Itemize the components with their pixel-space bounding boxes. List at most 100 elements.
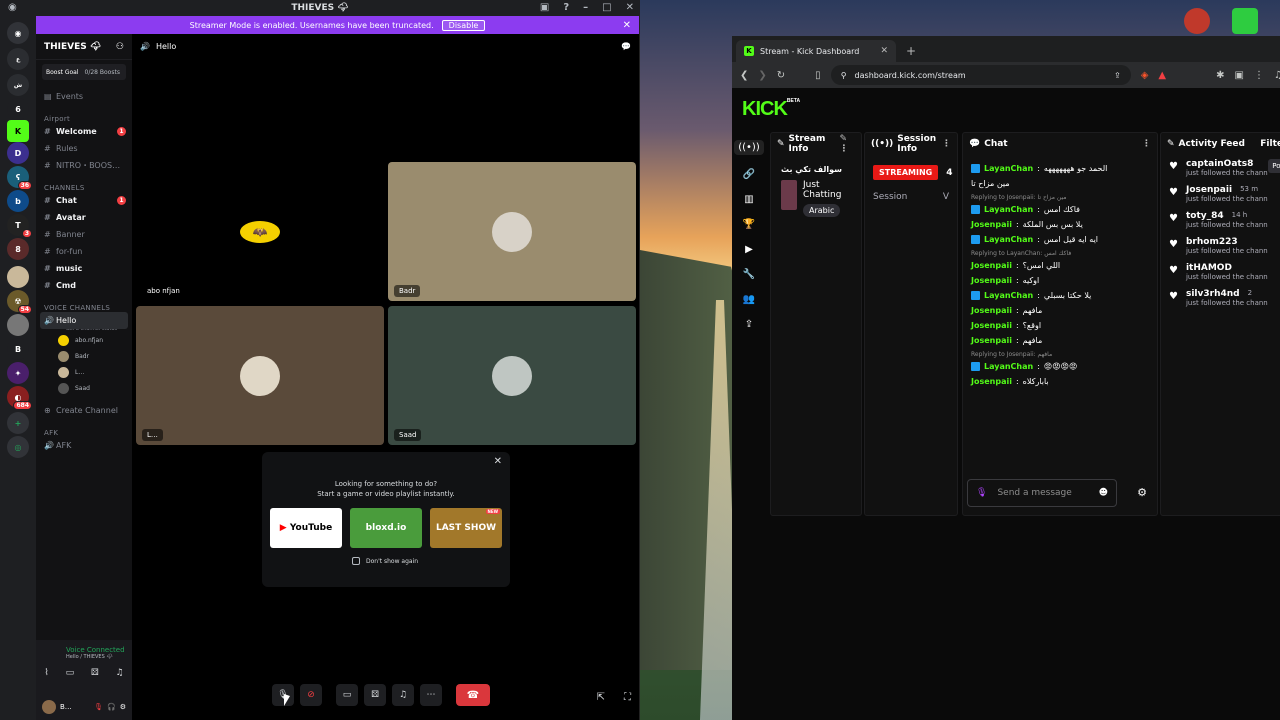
chat-message[interactable]: Josenpaii: يلا بس بس الملكة xyxy=(963,217,1157,232)
desktop-minecraft-icon[interactable] xyxy=(1232,8,1258,34)
chat-message[interactable]: مين مزاح تا xyxy=(963,176,1157,191)
feed-item[interactable]: ♥ Josenpaii 53 m just followed the chann xyxy=(1161,181,1280,207)
users-icon[interactable]: 👥 xyxy=(743,294,755,305)
headphones-icon[interactable]: 🎧 xyxy=(107,703,116,711)
category-channels[interactable]: CHANNELS xyxy=(36,184,132,192)
feed-item[interactable]: ♥ toty_84 14 h just followed the chann xyxy=(1161,207,1280,233)
bookmark-icon[interactable]: ▯ xyxy=(815,70,821,81)
address-bar[interactable]: ⚲ dashboard.kick.com/stream ⇪ xyxy=(830,65,1131,85)
invite-icon[interactable]: ⚇ xyxy=(116,42,124,52)
wallet-icon[interactable]: ▣ xyxy=(1234,70,1243,81)
feed-item[interactable]: ♥ captainOats8 just followed the chann xyxy=(1161,155,1280,181)
chat-username[interactable]: LayanChan xyxy=(984,164,1033,173)
activity-icon[interactable]: ⚄ xyxy=(91,668,99,678)
mute-icon[interactable]: 🎙 xyxy=(94,703,103,711)
server-icon[interactable]: ☢ 54 xyxy=(7,290,32,314)
server-icon[interactable] xyxy=(7,266,29,288)
mic-icon[interactable]: 🎙 xyxy=(976,488,987,498)
chat-username[interactable]: Josenpaii xyxy=(971,377,1012,386)
camera-toggle-button[interactable]: ⊘ xyxy=(300,684,322,706)
chat-message[interactable]: Josenpaii: اوقع؟ xyxy=(963,318,1157,333)
voice-user[interactable]: L… xyxy=(36,364,132,380)
boost-goal[interactable]: Boost Goal 0/28 Boosts xyxy=(42,64,126,80)
channel-for-fun[interactable]: # for-fun xyxy=(36,243,132,260)
voice-user[interactable]: Saad xyxy=(36,380,132,396)
chat-settings-gear-icon[interactable]: ⚙ xyxy=(1137,486,1147,499)
chat-username[interactable]: Josenpaii xyxy=(971,336,1012,345)
desktop-app-icon[interactable] xyxy=(1184,8,1210,34)
site-info-icon[interactable]: ⚲ xyxy=(841,71,847,80)
media-icon[interactable]: ♫ xyxy=(1274,70,1280,81)
trophy-icon[interactable]: 🏆 xyxy=(743,219,755,230)
video-tile[interactable]: L… xyxy=(136,306,384,445)
chat-bubble-icon[interactable]: 💬 xyxy=(621,42,631,51)
video-icon[interactable]: ▶ xyxy=(745,244,753,255)
voice-user[interactable]: Badr xyxy=(36,348,132,364)
chat-username[interactable]: Josenpaii xyxy=(971,220,1012,229)
category-airport[interactable]: Airport xyxy=(36,115,132,123)
youtube-card[interactable]: ▶ YouTube xyxy=(270,508,342,548)
brave-shield-icon[interactable]: ◈ xyxy=(1141,70,1149,81)
chat-username[interactable]: LayanChan xyxy=(984,291,1033,300)
chat-username[interactable]: LayanChan xyxy=(984,362,1033,371)
inbox-icon[interactable]: ▣ xyxy=(540,2,549,13)
channel-welcome[interactable]: # Welcome 1 xyxy=(36,123,132,140)
reload-icon[interactable]: ↻ xyxy=(777,70,785,81)
chat-username[interactable]: Josenpaii xyxy=(971,306,1012,315)
chat-input[interactable]: 🎙 Send a message ☻ xyxy=(967,479,1117,507)
more-options-button[interactable]: ⋯ xyxy=(420,684,442,706)
chat-username[interactable]: LayanChan xyxy=(984,205,1033,214)
server-icon[interactable] xyxy=(7,314,29,336)
channel-avatar[interactable]: # Avatar xyxy=(36,209,132,226)
screen-share-icon[interactable]: ▭ xyxy=(66,668,75,678)
chat-message[interactable]: LayanChan: يلا حكتا بسبلي xyxy=(963,288,1157,303)
self-username[interactable]: B… xyxy=(60,703,72,711)
fullscreen-icon[interactable]: ⛶ xyxy=(624,692,631,703)
channel-chat[interactable]: # Chat 1 xyxy=(36,192,132,209)
pop-out-icon[interactable]: ⇱ xyxy=(597,692,605,703)
kick-logo[interactable]: KICKBETA xyxy=(742,98,800,121)
upload-icon[interactable]: ⇪ xyxy=(745,319,753,330)
close-icon[interactable]: ✕ xyxy=(626,2,634,13)
extensions-icon[interactable]: ✱ xyxy=(1216,70,1224,81)
stream-icon[interactable]: ((•)) xyxy=(734,140,764,155)
stream-title[interactable]: سوالف تكي بث xyxy=(771,155,861,180)
channel-cmd[interactable]: # Cmd xyxy=(36,277,132,294)
edit-icon[interactable]: ✎ ⋮ xyxy=(840,134,855,154)
voice-user[interactable]: abo.nfjan xyxy=(36,332,132,348)
mic-toggle-button[interactable]: 🎙 xyxy=(272,684,294,706)
chat-username[interactable]: LayanChan xyxy=(984,235,1033,244)
chat-message[interactable]: LayanChan: ايه ايه قيل امس xyxy=(963,232,1157,247)
activity-button[interactable]: ⚄ xyxy=(364,684,386,706)
browser-tab[interactable]: K Stream - Kick Dashboard ✕ xyxy=(736,40,896,62)
popup-button[interactable]: Pop xyxy=(1268,159,1280,173)
chat-username[interactable]: Josenpaii xyxy=(971,276,1012,285)
chat-message[interactable]: LayanChan: الحمد جو هههههههه xyxy=(963,161,1157,176)
help-icon[interactable]: ? xyxy=(563,2,569,13)
chat-message[interactable]: Josenpaii: مافهم xyxy=(963,333,1157,348)
noise-icon[interactable]: ⌇ xyxy=(44,668,48,678)
video-tile[interactable]: Badr xyxy=(388,162,636,301)
link-icon[interactable]: 🔗 xyxy=(743,169,755,180)
feed-item[interactable]: ♥ itHAMOD just followed the chann xyxy=(1161,259,1280,285)
category-block[interactable]: Just Chatting Arabic xyxy=(771,180,861,217)
server-icon[interactable]: T3 xyxy=(7,214,32,238)
channel-banner[interactable]: # Banner xyxy=(36,226,132,243)
kick-server-icon[interactable]: K xyxy=(7,120,29,142)
settings-gear-icon[interactable]: ⚙ xyxy=(120,703,126,711)
minimize-icon[interactable]: – xyxy=(583,2,588,13)
voice-connected-status[interactable]: Voice Connected xyxy=(36,640,132,654)
chat-message[interactable]: Replying to LayanChan: فاكك امس Josenpaii… xyxy=(963,247,1157,273)
chat-message[interactable]: Josenpaii: مافهم xyxy=(963,303,1157,318)
channel-nitro-boost[interactable]: # NITRO・BOOS… xyxy=(36,157,132,174)
server-icon[interactable]: b xyxy=(7,190,29,212)
close-banner-icon[interactable]: ✕ xyxy=(623,20,631,31)
chat-more-icon[interactable]: ⋮ xyxy=(1142,139,1151,149)
dont-show-checkbox[interactable]: Don't show again xyxy=(352,557,418,565)
voice-channel-hello[interactable]: 🔊 Hello xyxy=(40,312,128,329)
emoji-icon[interactable]: ☻ xyxy=(1099,488,1108,498)
filter-button[interactable]: Filte xyxy=(1260,139,1280,149)
bloxd-card[interactable]: bloxd.io xyxy=(350,508,422,548)
voice-channel-afk[interactable]: 🔊 AFK xyxy=(36,437,132,454)
chat-message[interactable]: Replying to Josenpaii: مافهم LayanChan: 😡😡… xyxy=(963,348,1157,374)
